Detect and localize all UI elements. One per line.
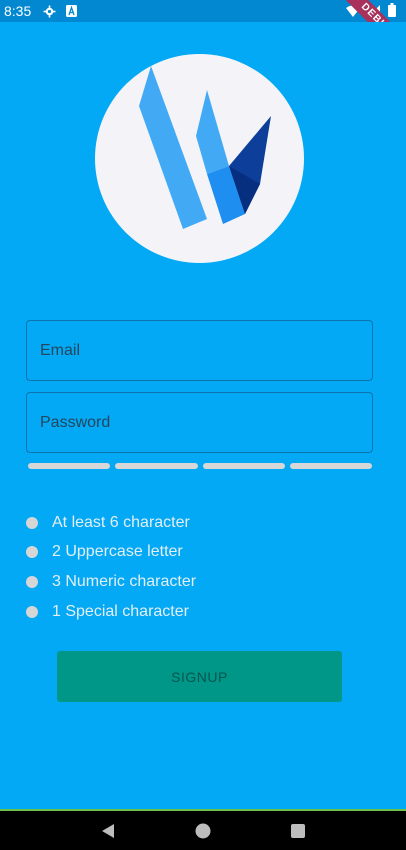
rule-label: 3 Numeric character (52, 572, 197, 590)
rule-label: At least 6 character (52, 513, 190, 531)
password-input[interactable] (40, 413, 372, 432)
back-icon[interactable] (88, 811, 128, 850)
rule-indicator-icon (26, 546, 38, 559)
rule-item: 2 Uppercase letter (26, 538, 196, 568)
password-strength-meter (28, 463, 372, 469)
rule-label: 1 Special character (52, 602, 189, 620)
logo-mark-icon (139, 66, 271, 229)
rule-item: 3 Numeric character (26, 567, 196, 597)
home-icon[interactable] (183, 811, 223, 850)
strength-segment (202, 463, 285, 469)
battery-icon (388, 3, 396, 20)
rule-indicator-icon (26, 516, 38, 529)
app-logo (95, 54, 304, 263)
rule-item: 1 Special character (26, 597, 196, 627)
a-icon (66, 5, 78, 17)
email-input[interactable] (40, 341, 372, 360)
strength-segment (115, 463, 198, 469)
password-rules: At least 6 character 2 Uppercase letter … (26, 508, 196, 626)
rule-item: At least 6 character (26, 508, 196, 538)
password-field[interactable] (26, 392, 373, 453)
strength-segment (28, 463, 111, 469)
rule-indicator-icon (26, 605, 38, 618)
status-time: 8:35 (4, 3, 32, 19)
rule-label: 2 Uppercase letter (52, 543, 183, 561)
signup-screen: At least 6 character 2 Uppercase letter … (0, 22, 406, 809)
rule-indicator-icon (26, 575, 38, 588)
gear-icon (43, 5, 56, 18)
system-nav-bar (0, 809, 406, 850)
recents-icon[interactable] (278, 811, 318, 850)
strength-segment (289, 463, 372, 469)
status-bar: 8:35 (0, 0, 406, 22)
signup-button[interactable]: SIGNUP (57, 651, 342, 702)
email-field[interactable] (26, 320, 373, 381)
